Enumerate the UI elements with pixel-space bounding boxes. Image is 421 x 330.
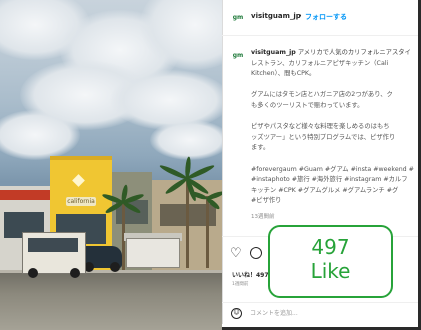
hashtag-line[interactable]: #forevergaum #Guam #グアム #insta #weekend …	[251, 165, 416, 176]
heart-icon[interactable]: ♡	[230, 247, 242, 260]
restaurant-sign: california	[66, 197, 96, 206]
caption-line: Kitchen）、間もCPK。	[251, 70, 316, 78]
post-caption: visitguam_jp アメリカで人気のカリフォルニアスタイ	[251, 48, 416, 59]
account-username[interactable]: visitguam_jp	[251, 12, 301, 20]
separator-dot: •	[298, 12, 303, 20]
comment-input[interactable]	[250, 307, 400, 320]
comment-icon[interactable]	[250, 247, 262, 259]
caption-avatar[interactable]: gm	[231, 51, 245, 61]
caption-line: ッズツアー」という特別プログラムでは、ピザ作り	[251, 133, 396, 141]
hashtag-line[interactable]: #ピザ作り	[251, 196, 416, 207]
account-avatar[interactable]: gm	[231, 13, 245, 23]
caption-line: ピザやパスタなど様々な料理を楽しめるのはもち	[251, 123, 390, 131]
parking-lot	[0, 270, 222, 330]
like-count-callout: 497 Like	[268, 225, 393, 298]
market-stall	[126, 238, 180, 268]
caption-line: アメリカで人気のカリフォルニアスタイ	[297, 49, 411, 56]
caption-line: レストラン、カリフォルニアピザキッチン（Cali	[251, 59, 389, 67]
caption-time-ago: 13週間前	[251, 214, 275, 220]
smiley-icon[interactable]: ☺	[231, 308, 242, 319]
post-date: 1週間前	[232, 282, 249, 287]
follow-button[interactable]: フォローする	[305, 12, 347, 22]
caption-line: ます。	[251, 144, 270, 152]
hashtag-line[interactable]: #instaphoto #旅行 #海外旅行 #instagram #カルフ	[251, 175, 416, 186]
caption-line: も多くのツーリストで賑わっています。	[251, 102, 364, 109]
hashtag-line[interactable]: キッチン #CPK #グアムグルメ #グアムランチ #グ	[251, 186, 416, 197]
like-label: Like	[310, 259, 351, 283]
palm-tree	[206, 196, 209, 268]
caption-username[interactable]: visitguam_jp	[251, 49, 296, 56]
like-count-number: 497	[311, 235, 350, 259]
caption-line: グアムにはタモン店とハガニア店の2つがあり、ク	[251, 91, 393, 99]
